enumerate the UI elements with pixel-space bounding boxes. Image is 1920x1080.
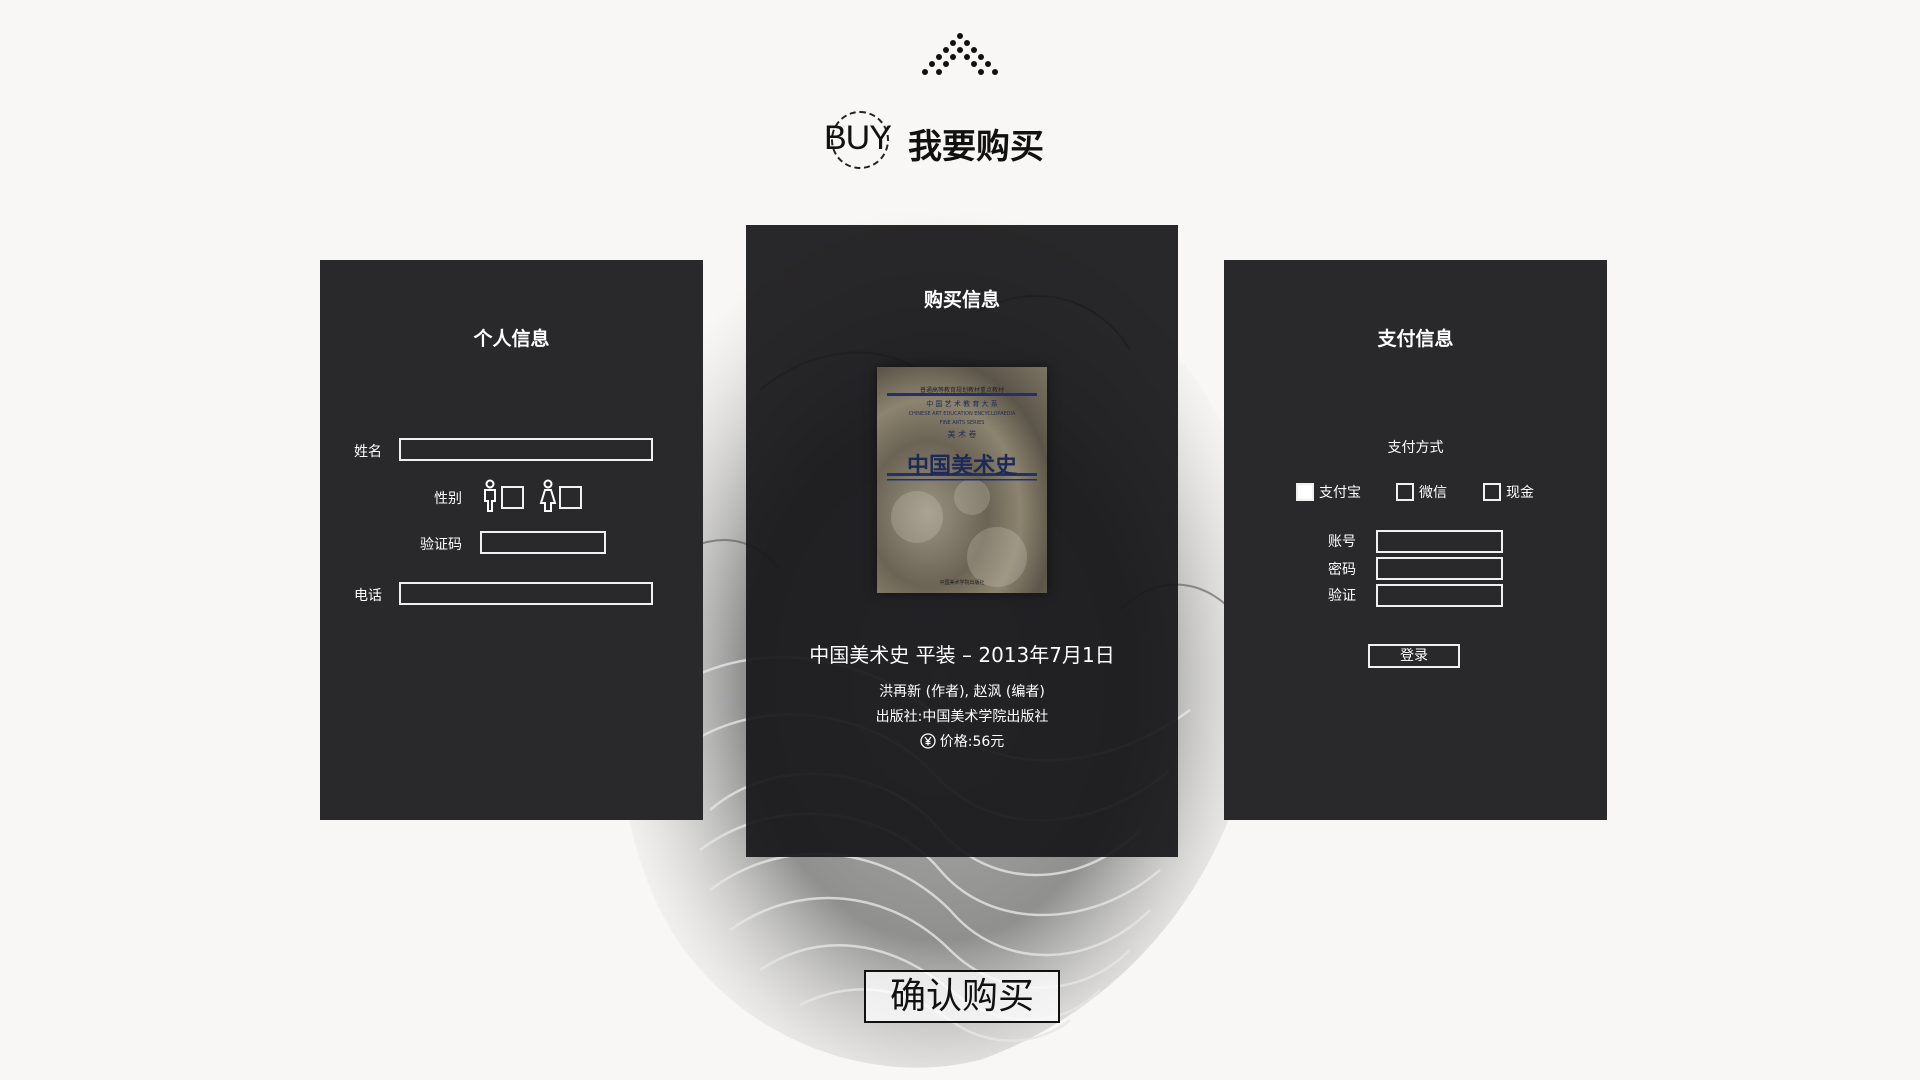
- wechat-checkbox[interactable]: [1396, 483, 1414, 501]
- male-person-icon: [484, 479, 496, 512]
- book-authors: 洪再新 (作者), 赵沨 (编者): [879, 684, 1045, 700]
- purchase-info-title: 购买信息: [923, 289, 1000, 311]
- name-label: 姓名: [354, 444, 382, 460]
- cover-publisher: 中国美术学院出版社: [939, 580, 985, 586]
- password-label: 密码: [1328, 562, 1356, 578]
- alipay-checkbox[interactable]: [1296, 483, 1314, 501]
- dotted-triangle-icon: [922, 33, 998, 75]
- payment-info-title: 支付信息: [1377, 328, 1454, 350]
- login-button[interactable]: 登录: [1368, 644, 1460, 668]
- female-person-icon: [539, 479, 557, 512]
- pay-option-label: 现金: [1506, 485, 1534, 501]
- captcha-input[interactable]: [480, 531, 606, 554]
- cover-book-title: 中国美术史: [906, 453, 1017, 479]
- personal-info-panel: 个人信息 姓名 性别 验证码 电话: [320, 260, 703, 820]
- page-title: BUY 我要购买: [824, 108, 1044, 178]
- pay-option-cash[interactable]: 现金: [1483, 482, 1534, 502]
- gender-label: 性别: [434, 491, 462, 507]
- cover-kind: 美 术 卷: [947, 430, 977, 439]
- pay-option-label: 支付宝: [1319, 485, 1361, 501]
- name-input[interactable]: [399, 438, 653, 461]
- cover-subseries: FINE ARTS SERIES: [939, 420, 985, 426]
- account-input[interactable]: [1376, 530, 1503, 553]
- purchase-info-panel: 购买信息 普通高等教育规划教材重点教材 中 国 艺 术 教 育 大 系 CHIN…: [746, 225, 1178, 857]
- account-label: 账号: [1328, 534, 1356, 550]
- verify-label: 验证: [1328, 588, 1356, 604]
- password-input[interactable]: [1376, 557, 1503, 580]
- pay-option-label: 微信: [1419, 485, 1447, 501]
- book-cover-image: 普通高等教育规划教材重点教材 中 国 艺 术 教 育 大 系 CHINESE A…: [877, 367, 1047, 593]
- confirm-purchase-button[interactable]: 确认购买: [864, 970, 1060, 1023]
- buy-badge-text: BUY: [824, 119, 892, 157]
- verify-input[interactable]: [1376, 584, 1503, 607]
- pay-option-wechat[interactable]: 微信: [1396, 482, 1447, 502]
- personal-info-title: 个人信息: [473, 328, 550, 350]
- cover-series-en: CHINESE ART EDUCATION ENCYCLOPAEDIA: [908, 411, 1016, 417]
- captcha-label: 验证码: [420, 537, 462, 553]
- pay-option-alipay[interactable]: 支付宝: [1296, 482, 1361, 502]
- phone-input[interactable]: [399, 582, 653, 605]
- female-checkbox[interactable]: [559, 486, 582, 509]
- male-checkbox[interactable]: [501, 486, 524, 509]
- cover-series-cn: 中 国 艺 术 教 育 大 系: [926, 400, 998, 408]
- cover-top-line: 普通高等教育规划教材重点教材: [919, 387, 1004, 394]
- book-title-line: 中国美术史 平装 – 2013年7月1日: [809, 643, 1115, 667]
- cash-checkbox[interactable]: [1483, 483, 1501, 501]
- buy-badge: BUY: [824, 109, 894, 177]
- payment-info-panel: 支付信息 支付方式 支付宝 微信 现金 账号 密码 验证 登录: [1224, 260, 1607, 820]
- book-price-row: 价格:56元: [746, 731, 1178, 751]
- phone-label: 电话: [354, 588, 382, 604]
- page-title-text: 我要购买: [908, 126, 1044, 167]
- yen-circle-icon: [920, 733, 936, 749]
- book-price: 价格:56元: [939, 734, 1005, 750]
- payment-method-label: 支付方式: [1387, 440, 1444, 456]
- book-publisher: 出版社:中国美术学院出版社: [875, 709, 1049, 725]
